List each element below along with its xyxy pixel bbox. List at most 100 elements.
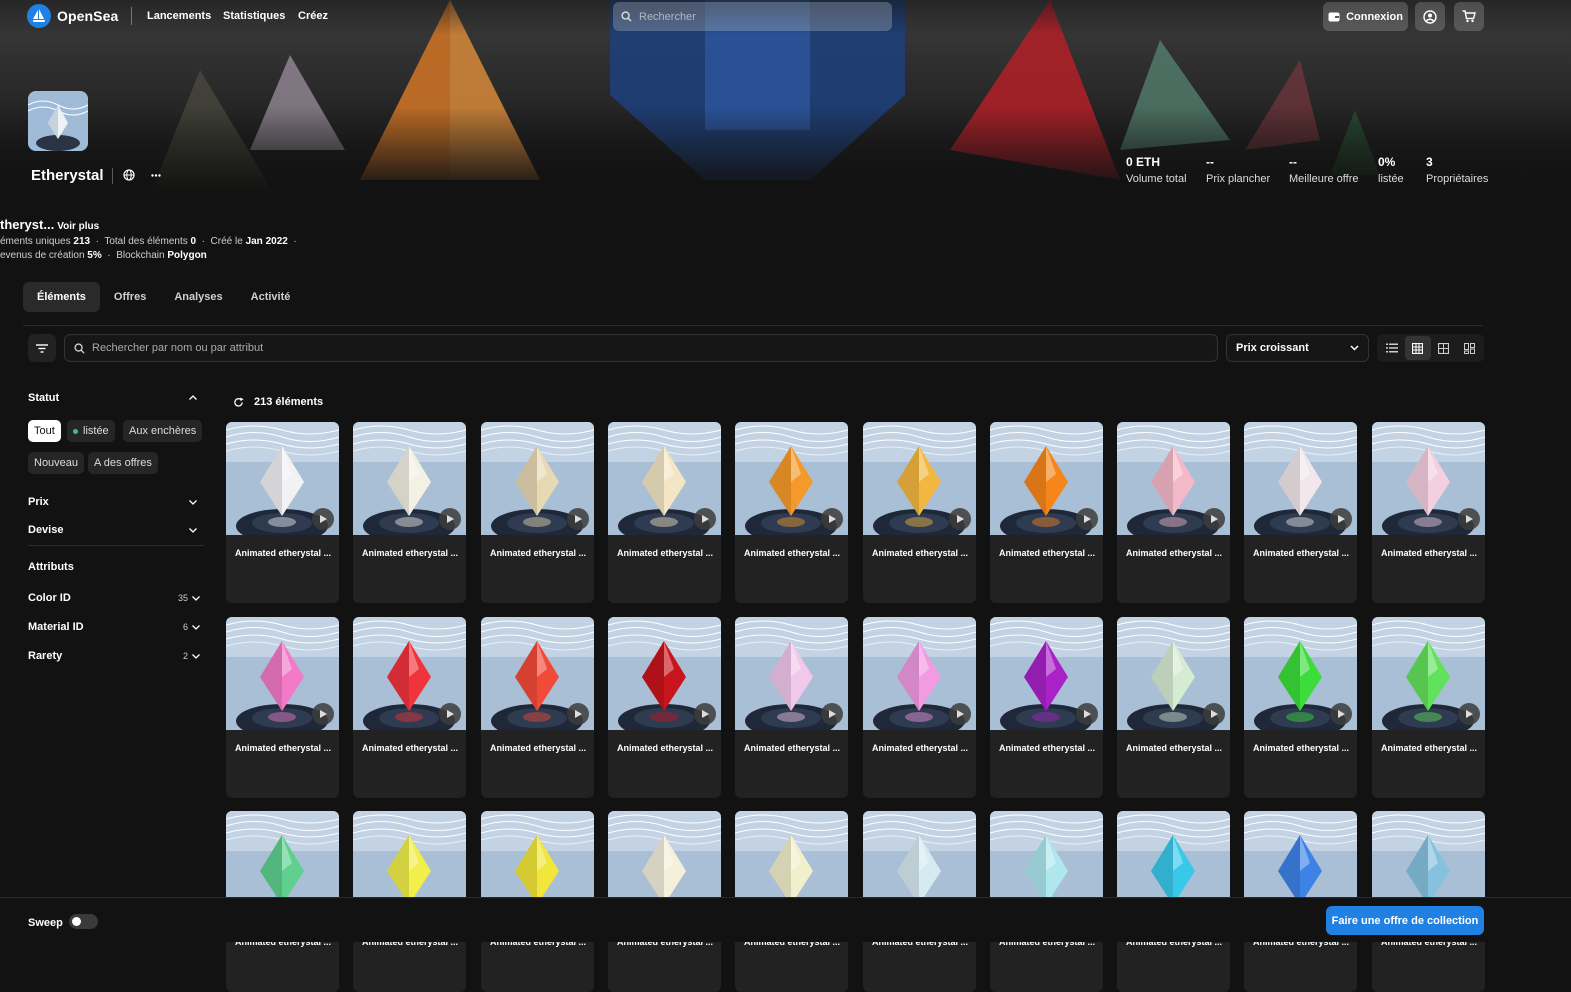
item-title: Animated etherystal ... [235, 548, 332, 558]
attribute-rarety[interactable]: Rarety 2 [28, 650, 200, 662]
global-search[interactable] [613, 2, 892, 31]
opensea-logo[interactable]: OpenSea [27, 4, 118, 28]
view-list-button[interactable] [1379, 336, 1405, 360]
play-button[interactable] [1330, 703, 1352, 725]
sweep-label: Sweep [28, 917, 63, 929]
view-grid-small-button[interactable] [1404, 336, 1431, 360]
item-title: Animated etherystal ... [872, 548, 969, 558]
play-button[interactable] [694, 703, 716, 725]
item-title: Animated etherystal ... [744, 548, 841, 558]
play-icon [1083, 515, 1091, 523]
item-card[interactable]: Animated etherystal ... [990, 422, 1103, 603]
attribute-color-id[interactable]: Color ID 35 [28, 592, 200, 604]
more-options-icon[interactable] [151, 174, 161, 177]
item-card[interactable]: Animated etherystal ... [608, 422, 721, 603]
currency-filter-title[interactable]: Devise [28, 524, 63, 536]
tab-items[interactable]: Éléments [23, 282, 100, 312]
play-button[interactable] [1203, 508, 1225, 530]
nav-link-stats[interactable]: Statistiques [223, 10, 285, 22]
status-chip-all[interactable]: Tout [28, 420, 61, 442]
global-search-input[interactable] [639, 10, 869, 23]
collection-meta-line-1: éments uniques 213 · Total des éléments … [0, 236, 297, 247]
play-button[interactable] [439, 508, 461, 530]
item-card[interactable]: Animated etherystal ... [608, 617, 721, 798]
item-card[interactable]: Animated etherystal ... [1372, 422, 1485, 603]
play-button[interactable] [1458, 508, 1480, 530]
connect-wallet-button[interactable]: Connexion [1323, 2, 1408, 31]
chevron-down-icon [1350, 345, 1359, 351]
stat-listed: 0% listée [1378, 155, 1404, 185]
play-button[interactable] [439, 703, 461, 725]
nav-link-launches[interactable]: Lancements [147, 10, 211, 22]
play-icon [1337, 710, 1345, 718]
item-card[interactable]: Animated etherystal ... [481, 422, 594, 603]
see-more-link[interactable]: Voir plus [57, 221, 99, 232]
tab-analytics[interactable]: Analyses [160, 282, 236, 312]
collection-offer-button[interactable]: Faire une offre de collection [1326, 906, 1484, 935]
profile-button[interactable] [1415, 2, 1445, 31]
item-card[interactable]: Animated etherystal ... [1117, 422, 1230, 603]
filter-icon [36, 343, 48, 353]
items-search-input[interactable] [92, 342, 1092, 354]
status-chip-listed[interactable]: listée [67, 420, 115, 442]
play-icon [1465, 710, 1473, 718]
play-icon [1083, 710, 1091, 718]
attribute-material-id[interactable]: Material ID 6 [28, 621, 200, 633]
play-button[interactable] [949, 508, 971, 530]
play-button[interactable] [1458, 703, 1480, 725]
view-grid-large-button[interactable] [1431, 336, 1457, 360]
view-masonry-button[interactable] [1456, 336, 1482, 360]
tab-offers[interactable]: Offres [100, 282, 160, 312]
collection-meta-line-2: evenus de création 5% · Blockchain Polyg… [0, 250, 207, 261]
status-chip-auction[interactable]: Aux enchères [123, 420, 203, 442]
chevron-down-icon[interactable] [189, 500, 197, 505]
item-card[interactable]: Animated etherystal ... [735, 617, 848, 798]
item-card[interactable]: Animated etherystal ... [1372, 617, 1485, 798]
play-button[interactable] [312, 508, 334, 530]
play-button[interactable] [1330, 508, 1352, 530]
chevron-up-icon[interactable] [189, 395, 197, 400]
nav-link-create[interactable]: Créez [298, 10, 328, 22]
item-title: Animated etherystal ... [999, 743, 1096, 753]
price-filter-title[interactable]: Prix [28, 496, 49, 508]
filter-toggle-button[interactable] [28, 334, 56, 362]
status-chip-new[interactable]: Nouveau [28, 452, 85, 474]
item-card[interactable]: Animated etherystal ... [735, 422, 848, 603]
play-button[interactable] [821, 508, 843, 530]
tab-activity[interactable]: Activité [237, 282, 305, 312]
play-button[interactable] [312, 703, 334, 725]
item-card[interactable]: Animated etherystal ... [863, 422, 976, 603]
item-card[interactable]: Animated etherystal ... [353, 617, 466, 798]
globe-icon[interactable] [123, 169, 135, 181]
cart-button[interactable] [1454, 2, 1484, 31]
item-title: Animated etherystal ... [744, 743, 841, 753]
status-filter-title[interactable]: Statut [28, 392, 59, 404]
play-button[interactable] [821, 703, 843, 725]
play-icon [828, 515, 836, 523]
play-button[interactable] [694, 508, 716, 530]
sort-dropdown[interactable]: Prix croissant [1226, 334, 1369, 362]
play-icon [701, 710, 709, 718]
play-button[interactable] [949, 703, 971, 725]
search-icon [621, 11, 632, 22]
sweep-toggle[interactable] [69, 914, 98, 929]
item-card[interactable]: Animated etherystal ... [863, 617, 976, 798]
item-card[interactable]: Animated etherystal ... [226, 422, 339, 603]
play-button[interactable] [1203, 703, 1225, 725]
item-card[interactable]: Animated etherystal ... [226, 617, 339, 798]
refresh-icon[interactable] [233, 396, 244, 408]
play-button[interactable] [567, 703, 589, 725]
play-button[interactable] [1076, 703, 1098, 725]
item-title: Animated etherystal ... [235, 743, 332, 753]
play-button[interactable] [1076, 508, 1098, 530]
item-card[interactable]: Animated etherystal ... [353, 422, 466, 603]
chevron-down-icon[interactable] [189, 528, 197, 533]
status-chip-has-offers[interactable]: A des offres [88, 452, 158, 474]
play-button[interactable] [567, 508, 589, 530]
item-card[interactable]: Animated etherystal ... [1244, 422, 1357, 603]
item-card[interactable]: Animated etherystal ... [481, 617, 594, 798]
item-card[interactable]: Animated etherystal ... [990, 617, 1103, 798]
item-card[interactable]: Animated etherystal ... [1117, 617, 1230, 798]
items-search[interactable] [64, 334, 1218, 362]
item-card[interactable]: Animated etherystal ... [1244, 617, 1357, 798]
